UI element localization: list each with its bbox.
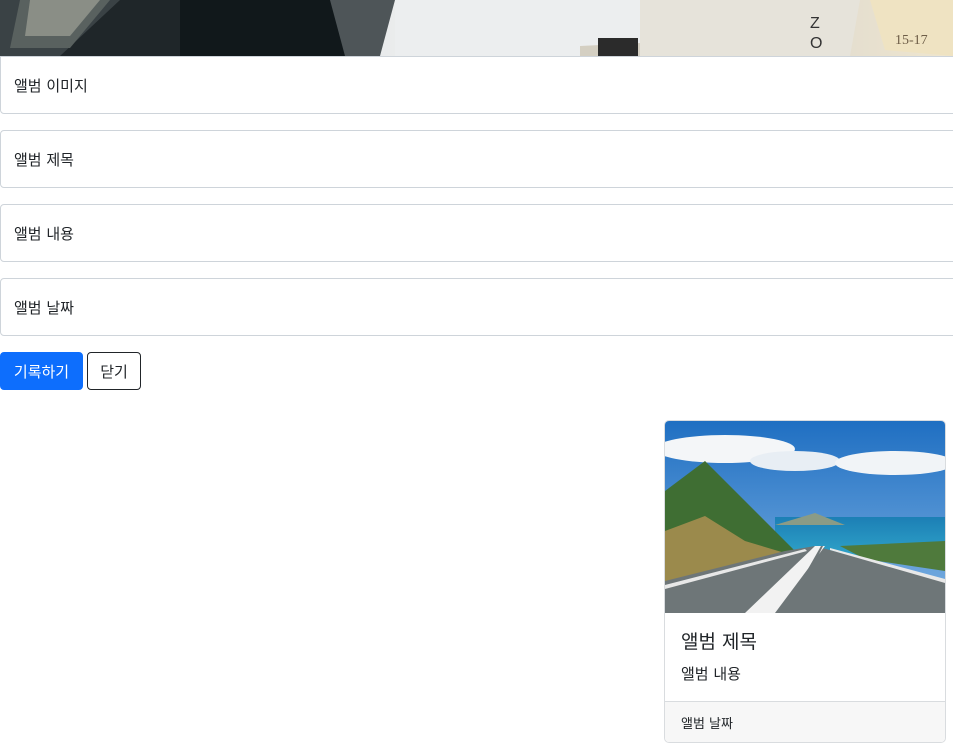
svg-text:15-17: 15-17 — [895, 33, 928, 48]
album-content-input[interactable]: 앨범 내용 — [0, 204, 953, 262]
album-title-placeholder: 앨범 제목 — [14, 150, 74, 169]
album-date-input[interactable]: 앨범 날짜 — [0, 278, 953, 336]
album-content-placeholder: 앨범 내용 — [14, 224, 74, 243]
album-card-footer: 앨범 날짜 — [665, 701, 945, 742]
album-card[interactable]: 앨범 제목 앨범 내용 앨범 날짜 — [664, 420, 946, 743]
submit-button[interactable]: 기록하기 — [0, 352, 83, 390]
album-card-text: 앨범 내용 — [681, 665, 741, 683]
album-card-date: 앨범 날짜 — [681, 716, 733, 732]
album-card-image — [665, 421, 945, 613]
close-button[interactable]: 닫기 — [87, 352, 141, 390]
album-card-title: 앨범 제목 — [681, 631, 757, 653]
svg-text:O: O — [810, 35, 822, 52]
album-image-placeholder: 앨범 이미지 — [14, 76, 88, 95]
svg-text:Z: Z — [810, 15, 820, 32]
album-image-input[interactable]: 앨범 이미지 — [0, 56, 953, 114]
album-title-input[interactable]: 앨범 제목 — [0, 130, 953, 188]
hero-banner-image: Z O 15-17 — [0, 0, 953, 56]
album-date-placeholder: 앨범 날짜 — [14, 298, 74, 317]
